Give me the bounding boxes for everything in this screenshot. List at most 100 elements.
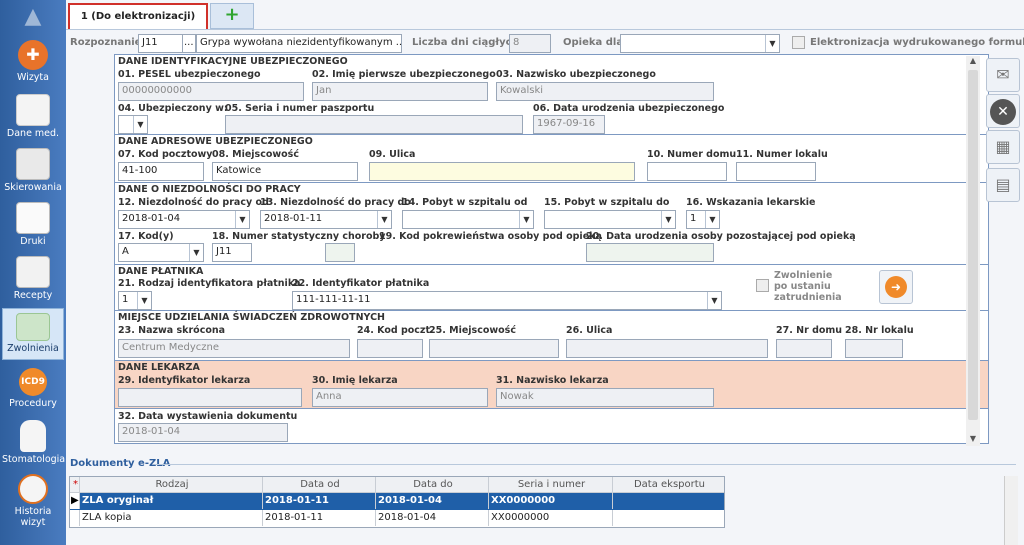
sidebar-item-wizyta[interactable]: ✚ Wizyta	[2, 40, 64, 83]
identyfikator-platnika-select[interactable]: 111-111-11-11 ▼	[292, 291, 722, 310]
add-tab-button[interactable]: +	[210, 3, 254, 29]
grid-header-cell[interactable]: Seria i numer	[489, 477, 613, 493]
wskazania-select[interactable]: 1 ▼	[686, 210, 720, 229]
table-row[interactable]: ZLA kopia 2018-01-11 2018-01-04 XX000000…	[70, 510, 724, 527]
cancel-button[interactable]: ✕	[986, 94, 1020, 128]
miejscowosc-field[interactable]: Katowice	[212, 162, 358, 181]
kod-pokrewienstwa-field[interactable]	[325, 243, 355, 262]
dokumenty-grid: * Rodzaj Data od Data do Seria i numer D…	[69, 476, 725, 528]
field-label: 07. Kod pocztowy	[118, 149, 213, 160]
rodzaj-identyfikatora-select[interactable]: 1 ▼	[118, 291, 152, 310]
identyfikator-lekarza-field[interactable]	[118, 388, 302, 407]
opieka-select[interactable]: ▼	[620, 34, 780, 53]
sidebar-item-recepty[interactable]: Recepty	[2, 256, 64, 301]
sidebar-item-label: Historia wizyt	[14, 506, 52, 528]
data-urodzenia-field[interactable]: 1967-09-16	[533, 115, 605, 134]
field-label: 16. Wskazania lekarskie	[686, 197, 816, 208]
data-urodzenia-opieka-field[interactable]	[586, 243, 714, 262]
print-button[interactable]: ▤	[986, 168, 1020, 202]
imie-lekarza-field[interactable]: Anna	[312, 388, 488, 407]
section-miejsce-udzielania: MIEJSCE UDZIELANIA ŚWIADCZEŃ ZDROWOTNYCH…	[115, 311, 988, 361]
data-wystawienia-field[interactable]: 2018-01-04	[118, 423, 288, 442]
form-scrollbar[interactable]: ▲ ▼	[966, 56, 980, 446]
kody-select[interactable]: A ▼	[118, 243, 204, 262]
field-label: 08. Miejscowość	[212, 149, 299, 160]
table-cell: XX0000000	[489, 493, 613, 509]
up-arrow-icon[interactable]: ▲	[20, 4, 46, 29]
niezdolnosc-od-field[interactable]: 2018-01-04 ▼	[118, 210, 250, 229]
sidebar-item-zwolnienia[interactable]: Zwolnienia	[2, 308, 64, 360]
rodzaj-identyfikatora-value: 1	[122, 294, 129, 305]
scroll-up-icon[interactable]: ▲	[966, 56, 980, 68]
szpital-do-field[interactable]: ▼	[544, 210, 676, 229]
sidebar-item-label: Druki	[20, 236, 46, 247]
identyfikator-platnika-value: 111-111-11-11	[296, 294, 371, 305]
miejscowosc-placowki-field[interactable]	[429, 339, 559, 358]
field-label: 27. Nr domu	[776, 325, 843, 336]
send-envelope-button[interactable]: ✉	[986, 58, 1020, 92]
field-label: 10. Numer domu	[647, 149, 737, 160]
nr-domu-placowki-field[interactable]	[776, 339, 832, 358]
chevron-down-icon: ▼	[137, 292, 151, 309]
numer-domu-field[interactable]	[647, 162, 727, 181]
row-marker-icon: ▶	[70, 493, 80, 509]
paszport-field[interactable]	[225, 115, 523, 134]
zwolnienie-po-ustaniu-checkbox[interactable]	[756, 279, 769, 292]
sidebar-item-dane-med[interactable]: Dane med.	[2, 94, 64, 139]
table-cell: ZLA kopia	[80, 510, 263, 526]
sidebar-item-historia[interactable]: Historia wizyt	[2, 474, 64, 528]
chevron-down-icon: ▼	[707, 292, 721, 309]
field-label: 11. Numer lokalu	[736, 149, 828, 160]
niezdolnosc-do-value: 2018-01-11	[264, 213, 323, 224]
scroll-thumb[interactable]	[968, 70, 978, 420]
rozpoznanie-description-field[interactable]: Grypa wywołana niezidentyfikowanym ...	[196, 34, 402, 53]
ulica-placowki-field[interactable]	[566, 339, 768, 358]
sidebar-item-label: Procedury	[9, 398, 57, 409]
sidebar-item-procedury[interactable]: ICD9 Procedury	[2, 368, 64, 409]
section-title: MIEJSCE UDZIELANIA ŚWIADCZEŃ ZDROWOTNYCH	[118, 312, 386, 323]
field-label: 26. Ulica	[566, 325, 613, 336]
field-label: 17. Kod(y)	[118, 231, 174, 242]
imie-field[interactable]: Jan	[312, 82, 488, 101]
numer-lokalu-field[interactable]	[736, 162, 816, 181]
ubezpieczony-w-select[interactable]: ▼	[118, 115, 148, 134]
sidebar-item-skierowania[interactable]: Skierowania	[2, 148, 64, 193]
grid-header-cell[interactable]: Rodzaj	[80, 477, 263, 493]
grid-header-cell[interactable]: Data od	[263, 477, 376, 493]
platnik-action-button[interactable]: ➜	[879, 270, 913, 304]
table-cell: 2018-01-11	[263, 493, 376, 509]
nr-lokalu-placowki-field[interactable]	[845, 339, 903, 358]
add-form-button[interactable]: ▦	[986, 130, 1020, 164]
kod-pocztowy-field[interactable]: 41-100	[118, 162, 204, 181]
grid-header-cell[interactable]: Data do	[376, 477, 489, 493]
ulica-field[interactable]	[369, 162, 635, 181]
kod-poczt-field[interactable]	[357, 339, 423, 358]
sidebar-item-stomatologia[interactable]: Stomatologia	[2, 420, 65, 465]
scroll-down-icon[interactable]: ▼	[966, 434, 980, 446]
pesel-field[interactable]: 00000000000	[118, 82, 304, 101]
numer-statystyczny-field[interactable]: J11	[212, 243, 252, 262]
chevron-down-icon: ▼	[705, 211, 719, 228]
field-label: 13. Niezdolność do pracy do	[260, 197, 411, 208]
zwolnienie-line: po ustaniu	[774, 281, 831, 292]
rozpoznanie-browse-button[interactable]: ...	[182, 34, 196, 53]
field-label: 29. Identyfikator lekarza	[118, 375, 251, 386]
grid-header-cell[interactable]: Data eksportu	[613, 477, 724, 493]
elektronizacja-checkbox[interactable]	[792, 36, 805, 49]
szpital-od-field[interactable]: ▼	[402, 210, 534, 229]
tab-zwolnienie-1[interactable]: 1 (Do elektronizacji)	[68, 3, 208, 29]
liczba-dni-field[interactable]: 8	[509, 34, 551, 53]
section-title: DANE ADRESOWE UBEZPIECZONEGO	[118, 136, 313, 147]
nazwisko-field[interactable]: Kowalski	[496, 82, 714, 101]
niezdolnosc-do-field[interactable]: 2018-01-11 ▼	[260, 210, 392, 229]
nazwisko-lekarza-field[interactable]: Nowak	[496, 388, 714, 407]
grid-scrollbar[interactable]	[1004, 476, 1018, 545]
field-label: 04. Ubezpieczony w:	[118, 103, 228, 114]
rozpoznanie-code-field[interactable]: J11	[138, 34, 184, 53]
nazwa-skrocona-field[interactable]: Centrum Medyczne	[118, 339, 350, 358]
section-dane-identyfikacyjne: DANE IDENTYFIKACYJNE UBEZPIECZONEGO 01. …	[115, 55, 988, 135]
sidebar-item-druki[interactable]: Druki	[2, 202, 64, 247]
field-label: 32. Data wystawienia dokumentu	[118, 411, 298, 422]
icd9-icon: ICD9	[19, 368, 47, 396]
table-row[interactable]: ▶ ZLA oryginał 2018-01-11 2018-01-04 XX0…	[70, 493, 724, 510]
